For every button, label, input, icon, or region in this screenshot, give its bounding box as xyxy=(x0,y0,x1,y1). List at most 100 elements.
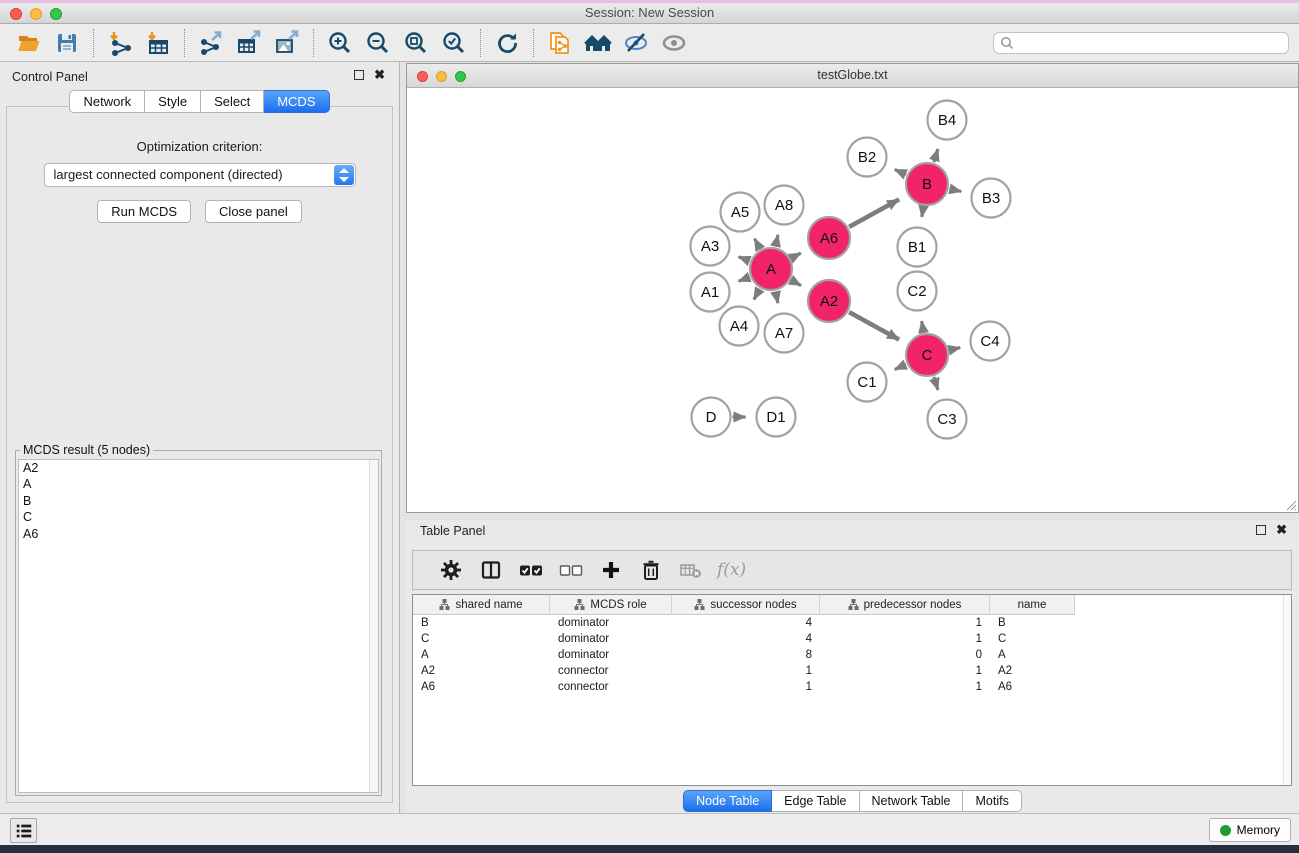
memory-button[interactable]: Memory xyxy=(1209,818,1291,842)
graph-edge-C-C4[interactable] xyxy=(949,348,960,350)
refresh-button[interactable] xyxy=(488,26,526,60)
mcds-result-list[interactable]: A2ABCA6 xyxy=(18,459,379,793)
graph-edge-A-A3[interactable] xyxy=(739,257,750,261)
column-header-predecessor-nodes[interactable]: predecessor nodes xyxy=(820,595,990,615)
tab-network-table[interactable]: Network Table xyxy=(860,790,964,812)
add-column-button[interactable] xyxy=(591,553,631,587)
save-session-button[interactable] xyxy=(48,26,86,60)
run-mcds-button[interactable]: Run MCDS xyxy=(97,200,191,223)
graph-node-D[interactable]: D xyxy=(692,398,731,437)
resize-grip-icon[interactable] xyxy=(1284,498,1297,511)
graph-edge-B-B2[interactable] xyxy=(895,170,906,175)
graph-node-B4[interactable]: B4 xyxy=(928,101,967,140)
graph-edge-A-A1[interactable] xyxy=(739,277,750,281)
function-builder-button[interactable]: f(x) xyxy=(717,560,746,580)
maximize-window-button[interactable] xyxy=(50,8,62,20)
zoom-selected-button[interactable] xyxy=(435,26,473,60)
minimize-view-button[interactable] xyxy=(436,71,447,82)
export-network-button[interactable] xyxy=(192,26,230,60)
float-panel-icon[interactable] xyxy=(354,70,364,80)
minimize-window-button[interactable] xyxy=(30,8,42,20)
network-graph[interactable]: B4B2BB3A5A8A6A3B1AA1C2A2A4A7C4CC1DD1C3 xyxy=(407,88,1298,512)
graph-node-A[interactable]: A xyxy=(750,248,792,290)
mcds-result-item[interactable]: A6 xyxy=(19,526,378,542)
network-window-titlebar[interactable]: testGlobe.txt xyxy=(407,64,1298,88)
first-neighbors-button[interactable] xyxy=(541,26,579,60)
table-row[interactable]: A2connector11A2 xyxy=(413,663,1291,679)
column-header-name[interactable]: name xyxy=(990,595,1075,615)
table-row[interactable]: Cdominator41C xyxy=(413,631,1291,647)
graph-edge-A-A4[interactable] xyxy=(754,289,760,299)
close-panel-icon[interactable]: ✖ xyxy=(1276,524,1287,536)
tab-network[interactable]: Network xyxy=(69,90,145,113)
graph-node-A5[interactable]: A5 xyxy=(721,193,760,232)
mcds-result-item[interactable]: A xyxy=(19,476,378,492)
graph-node-B3[interactable]: B3 xyxy=(972,179,1011,218)
show-all-button[interactable] xyxy=(655,26,693,60)
close-view-button[interactable] xyxy=(417,71,428,82)
graph-edge-C-C2[interactable] xyxy=(922,321,924,332)
close-panel-button[interactable]: Close panel xyxy=(205,200,302,223)
graph-edge-A-A6[interactable] xyxy=(791,253,800,258)
graph-node-A8[interactable]: A8 xyxy=(765,186,804,225)
tab-edge-table[interactable]: Edge Table xyxy=(772,790,859,812)
graph-edge-A2-C[interactable] xyxy=(849,312,899,339)
open-file-button[interactable] xyxy=(10,26,48,60)
zoom-out-button[interactable] xyxy=(359,26,397,60)
tab-motifs[interactable]: Motifs xyxy=(963,790,1021,812)
mcds-result-item[interactable]: A2 xyxy=(19,460,378,476)
column-header-successor-nodes[interactable]: successor nodes xyxy=(672,595,820,615)
graph-edge-A-A8[interactable] xyxy=(776,235,778,247)
delete-column-button[interactable] xyxy=(631,553,671,587)
unselect-all-button[interactable] xyxy=(551,553,591,587)
import-network-button[interactable] xyxy=(101,26,139,60)
graph-node-A7[interactable]: A7 xyxy=(765,314,804,353)
import-table-button[interactable] xyxy=(139,26,177,60)
graph-node-C1[interactable]: C1 xyxy=(848,363,887,402)
graph-node-C[interactable]: C xyxy=(906,334,948,376)
search-input[interactable] xyxy=(993,32,1289,54)
zoom-in-button[interactable] xyxy=(321,26,359,60)
graph-node-C3[interactable]: C3 xyxy=(928,400,967,439)
graph-node-A4[interactable]: A4 xyxy=(720,307,759,346)
zoom-fit-button[interactable] xyxy=(397,26,435,60)
graph-edge-B-B3[interactable] xyxy=(949,189,961,192)
graph-edge-C-C1[interactable] xyxy=(895,364,906,369)
optimization-criterion-select[interactable]: largest connected component (directed) xyxy=(44,163,356,187)
export-image-button[interactable] xyxy=(268,26,306,60)
select-all-button[interactable] xyxy=(511,553,551,587)
network-canvas[interactable]: B4B2BB3A5A8A6A3B1AA1C2A2A4A7C4CC1DD1C3 xyxy=(407,88,1298,512)
graph-node-B[interactable]: B xyxy=(906,163,948,205)
graph-edge-B-B1[interactable] xyxy=(922,207,924,217)
graph-node-A6[interactable]: A6 xyxy=(808,217,850,259)
graph-node-B2[interactable]: B2 xyxy=(848,138,887,177)
graph-edge-C-C3[interactable] xyxy=(934,377,938,390)
table-row[interactable]: Bdominator41B xyxy=(413,615,1291,631)
graph-node-A2[interactable]: A2 xyxy=(808,280,850,322)
mcds-result-item[interactable]: C xyxy=(19,509,378,525)
scrollbar-track[interactable] xyxy=(1283,595,1291,785)
task-history-button[interactable] xyxy=(10,818,37,843)
graph-edge-A-A7[interactable] xyxy=(776,292,778,304)
close-panel-icon[interactable]: ✖ xyxy=(374,69,385,81)
tab-select[interactable]: Select xyxy=(201,90,264,113)
mcds-result-item[interactable]: B xyxy=(19,493,378,509)
delete-table-button[interactable] xyxy=(671,553,711,587)
column-view-button[interactable] xyxy=(471,553,511,587)
maximize-view-button[interactable] xyxy=(455,71,466,82)
table-row[interactable]: Adominator80A xyxy=(413,647,1291,663)
home-button[interactable] xyxy=(579,26,617,60)
graph-node-A1[interactable]: A1 xyxy=(691,273,730,312)
export-table-button[interactable] xyxy=(230,26,268,60)
graph-edge-A-A5[interactable] xyxy=(755,239,760,249)
graph-node-B1[interactable]: B1 xyxy=(898,228,937,267)
tab-node-table[interactable]: Node Table xyxy=(683,790,772,812)
close-window-button[interactable] xyxy=(10,8,22,20)
hide-selected-button[interactable] xyxy=(617,26,655,60)
scrollbar-track[interactable] xyxy=(369,460,378,792)
column-header-MCDS-role[interactable]: MCDS role xyxy=(550,595,672,615)
graph-node-A3[interactable]: A3 xyxy=(691,227,730,266)
table-row[interactable]: A6connector11A6 xyxy=(413,679,1291,695)
table-options-button[interactable] xyxy=(431,553,471,587)
graph-edge-A-A2[interactable] xyxy=(791,280,801,285)
